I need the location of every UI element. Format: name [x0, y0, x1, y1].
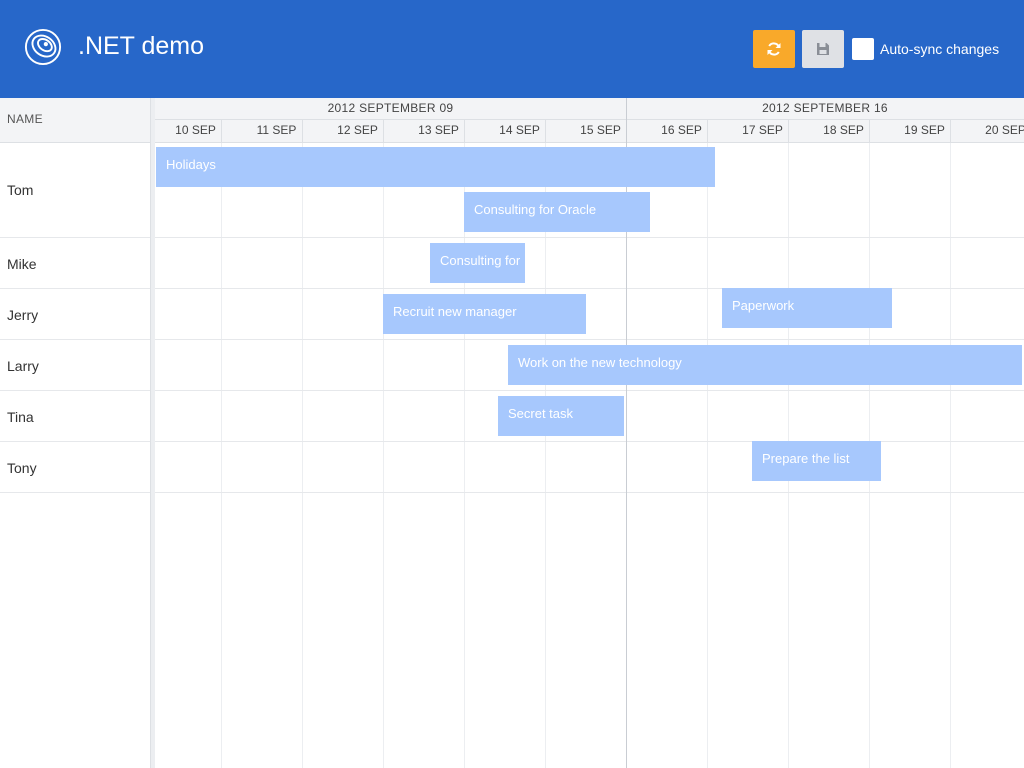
resource-name: Jerry — [7, 306, 39, 323]
grid-column-line — [302, 142, 303, 768]
resource-row[interactable]: Tony — [0, 442, 150, 493]
gantt-timeline: 2012 SEPTEMBER 09 2012 SEPTEMBER 16 10 SEP… — [155, 98, 1024, 768]
week-label: 2012 SEPTEMBER 16 — [762, 101, 888, 115]
resource-row[interactable]: Mike — [0, 238, 150, 289]
save-button[interactable] — [802, 30, 844, 68]
day-label: 15 SEP — [580, 123, 621, 137]
grid-row-line — [155, 441, 1024, 442]
day-tick — [302, 120, 303, 142]
day-tick — [707, 120, 708, 142]
day-tick — [221, 120, 222, 142]
resource-header: NAME — [0, 98, 150, 143]
autosync-label: Auto-sync changes — [880, 41, 1000, 57]
resource-row[interactable]: Larry — [0, 340, 150, 391]
day-label: 14 SEP — [499, 123, 540, 137]
day-tick — [383, 120, 384, 142]
day-label: 12 SEP — [337, 123, 378, 137]
day-label: 16 SEP — [661, 123, 702, 137]
grid-row-line — [155, 288, 1024, 289]
resource-row[interactable]: Tom — [0, 142, 150, 238]
name-column-header[interactable]: NAME — [7, 112, 43, 126]
resource-name: Tina — [7, 408, 34, 425]
task-bar[interactable]: Recruit new manager — [383, 294, 586, 334]
grid-row-line — [155, 492, 1024, 493]
task-label: Recruit new manager — [393, 304, 517, 319]
task-label: Work on the new technology — [518, 355, 682, 370]
task-label: Consulting for IBM — [440, 253, 525, 268]
resource-row[interactable]: Tina — [0, 391, 150, 442]
grid-row-line — [155, 390, 1024, 391]
grid-row-line — [155, 339, 1024, 340]
task-bar[interactable]: Secret task — [498, 396, 624, 436]
resource-name: Tom — [7, 182, 34, 198]
save-icon — [817, 43, 829, 55]
grid-column-line — [464, 142, 465, 768]
grid-column-line — [383, 142, 384, 768]
resource-name: Larry — [7, 357, 39, 374]
day-tick — [464, 120, 465, 142]
day-tick — [788, 120, 789, 142]
logo-icon — [24, 28, 62, 66]
resource-panel: NAME Tom Mike Jerry Larry Tina Tony — [0, 98, 150, 768]
day-label: 18 SEP — [823, 123, 864, 137]
week-label: 2012 SEPTEMBER 09 — [327, 101, 454, 115]
app-title: .NET demo — [78, 32, 204, 60]
day-tick — [545, 120, 546, 142]
day-tick — [869, 120, 870, 142]
task-label: Consulting for Oracle — [474, 202, 597, 217]
grid-column-line — [221, 142, 222, 768]
day-tick — [950, 120, 951, 142]
timeline-header: 2012 SEPTEMBER 09 2012 SEPTEMBER 16 10 SEP… — [155, 98, 1024, 143]
resource-name: Tony — [7, 459, 37, 476]
day-label: 19 SEP — [904, 123, 945, 137]
task-bar[interactable]: Consulting for Oracle — [464, 192, 650, 232]
task-label: Paperwork — [732, 298, 795, 313]
day-label: 17 SEP — [742, 123, 783, 137]
day-label: 11 SEP — [256, 123, 297, 137]
resource-row[interactable]: Jerry — [0, 289, 150, 340]
grid-row-line — [155, 237, 1024, 238]
grid-column-line — [545, 142, 546, 768]
task-bar[interactable]: Work on the new technology — [508, 345, 1022, 385]
refresh-icon — [767, 42, 781, 56]
task-bar[interactable]: Consulting for IBM — [430, 243, 525, 283]
autosync-checkbox[interactable] — [852, 38, 874, 60]
grid-column-line — [950, 142, 951, 768]
task-bar[interactable]: Holidays — [156, 147, 715, 187]
header-divider — [155, 119, 1024, 120]
task-bar[interactable]: Prepare the list — [752, 441, 881, 481]
day-label: 10 SEP — [175, 123, 216, 137]
day-label: 20 SEP — [985, 123, 1024, 137]
app-header: .NET demo Auto-sync changes — [0, 0, 1024, 98]
resource-name: Mike — [7, 255, 37, 272]
task-bar[interactable]: Paperwork — [722, 288, 892, 328]
task-label: Prepare the list — [762, 451, 850, 466]
grid-column-line — [707, 142, 708, 768]
task-label: Secret task — [508, 406, 574, 421]
task-label: Holidays — [166, 157, 216, 172]
day-label: 13 SEP — [418, 123, 459, 137]
refresh-button[interactable] — [753, 30, 795, 68]
